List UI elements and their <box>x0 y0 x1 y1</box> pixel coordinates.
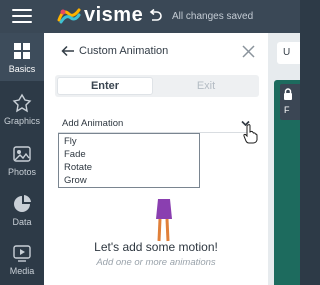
lock-toolbar[interactable]: F <box>280 84 300 120</box>
hamburger-menu-icon[interactable] <box>12 9 32 24</box>
dropdown-option-fly[interactable]: Fly <box>64 136 77 147</box>
rail-item-media[interactable]: Media <box>0 235 44 283</box>
empty-state-subtitle: Add one or more animations <box>96 257 216 268</box>
lock-icon <box>284 88 292 100</box>
dropdown-option-grow[interactable]: Grow <box>64 175 87 186</box>
undo-icon[interactable] <box>148 9 162 23</box>
lock-label: F <box>284 105 290 115</box>
close-icon[interactable] <box>242 45 255 58</box>
rail-item-label: Data <box>12 217 32 227</box>
rail-item-label: Media <box>9 266 35 276</box>
brand-name: visme <box>84 4 144 26</box>
add-animation-select[interactable]: Add Animation <box>58 115 254 133</box>
back-arrow-icon[interactable] <box>61 44 75 58</box>
empty-state-title: Let's add some motion! <box>94 240 218 254</box>
select-label: Add Animation <box>62 118 124 129</box>
panel-header: Custom Animation <box>44 33 268 71</box>
tab-enter[interactable]: Enter <box>57 77 153 95</box>
top-right-card[interactable]: U <box>277 42 300 64</box>
rail-item-photos[interactable]: Photos <box>0 136 44 184</box>
media-icon <box>13 245 31 262</box>
graphics-icon <box>12 93 32 113</box>
panel-title: Custom Animation <box>79 45 169 57</box>
basics-icon <box>14 43 30 59</box>
visme-logo-icon <box>57 8 81 24</box>
animation-dropdown-list: Fly Fade Rotate Grow <box>58 133 200 188</box>
tab-exit[interactable]: Exit <box>155 77 257 95</box>
rail-item-basics[interactable]: Basics <box>0 33 44 81</box>
rail-item-label: Graphics <box>3 116 40 126</box>
custom-animation-panel: Custom Animation Enter Exit Add Animatio… <box>44 33 268 285</box>
card-text: U <box>283 47 291 58</box>
dropdown-option-fade[interactable]: Fade <box>64 149 86 160</box>
data-icon <box>14 195 31 212</box>
photos-icon <box>13 146 31 162</box>
top-bar: visme All changes saved <box>0 0 300 33</box>
rail-item-data[interactable]: Data <box>0 186 44 234</box>
left-rail: Basics Graphics Photos Data Media <box>0 33 44 285</box>
rail-item-label: Photos <box>7 167 37 177</box>
save-status: All changes saved <box>172 11 254 22</box>
rail-item-label: Basics <box>8 64 36 74</box>
dropdown-option-rotate[interactable]: Rotate <box>64 162 92 173</box>
rail-item-graphics[interactable]: Graphics <box>0 85 44 133</box>
enter-exit-toggle: Enter Exit <box>55 75 259 97</box>
hand-cursor-icon <box>243 124 258 144</box>
